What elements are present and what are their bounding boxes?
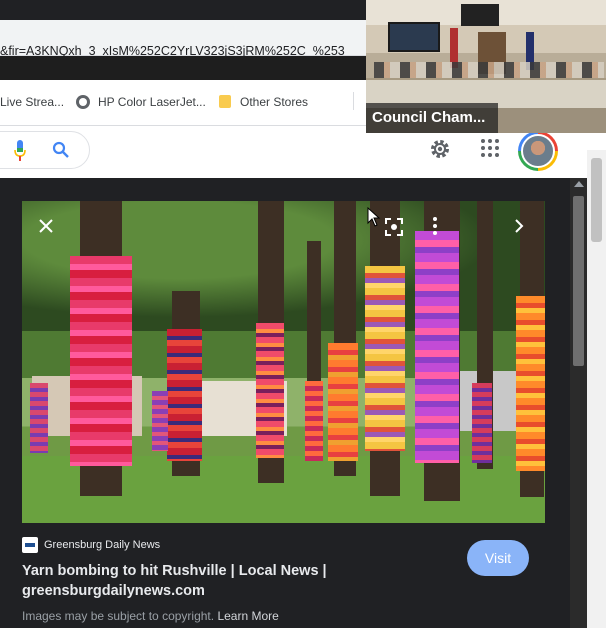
account-avatar[interactable] bbox=[518, 131, 558, 171]
source-logo-icon bbox=[22, 537, 38, 553]
copyright-text: Images may be subject to copyright. bbox=[22, 609, 215, 623]
visit-button-label: Visit bbox=[484, 550, 512, 566]
yarn-wrap bbox=[516, 296, 545, 471]
google-header bbox=[0, 126, 606, 178]
preview-image[interactable] bbox=[22, 201, 545, 523]
bookmark-other-stores[interactable]: Other Stores bbox=[240, 95, 308, 109]
page-scroll-thumb[interactable] bbox=[591, 158, 602, 242]
chevron-right-icon[interactable] bbox=[512, 218, 526, 234]
visit-button[interactable]: Visit bbox=[467, 540, 529, 576]
yarn-wrap bbox=[256, 323, 284, 458]
copyright-notice: Images may be subject to copyright. Lear… bbox=[22, 609, 279, 623]
result-title[interactable]: Yarn bombing to hit Rushville | Local Ne… bbox=[22, 561, 382, 601]
yarn-wrap bbox=[70, 256, 132, 466]
lens-search-icon[interactable] bbox=[384, 217, 404, 237]
scroll-up-icon[interactable] bbox=[574, 181, 584, 187]
yarn-wrap bbox=[167, 329, 202, 461]
panel-scroll-thumb[interactable] bbox=[573, 196, 584, 366]
bookmark-hp-laserjet[interactable]: HP Color LaserJet... bbox=[98, 95, 206, 109]
video-label: Council Cham... bbox=[366, 103, 498, 133]
yarn-wrap bbox=[472, 383, 492, 463]
search-icon[interactable] bbox=[52, 141, 70, 159]
microphone-icon[interactable] bbox=[14, 140, 26, 162]
more-options-icon[interactable] bbox=[430, 216, 440, 236]
apps-grid-icon[interactable] bbox=[480, 138, 500, 158]
address-bar-url[interactable]: &fir=A3KNQxh_3_xIsM%252C2YrLV323jS3jRM%2… bbox=[0, 44, 370, 60]
screen: &fir=A3KNQxh_3_xIsM%252C2YrLV323jS3jRM%2… bbox=[0, 0, 606, 628]
folder-icon bbox=[219, 95, 231, 108]
video-screen bbox=[388, 22, 440, 52]
yarn-wrap bbox=[30, 383, 48, 453]
video-call-overlay[interactable]: Council Cham... bbox=[366, 0, 606, 133]
avatar-photo bbox=[521, 134, 555, 168]
bookmark-live-stream[interactable]: Live Strea... bbox=[0, 95, 64, 109]
learn-more-link[interactable]: Learn More bbox=[217, 609, 278, 623]
yarn-wrap bbox=[152, 391, 168, 451]
bookmarks-divider bbox=[353, 92, 354, 110]
mouse-cursor-icon bbox=[367, 207, 381, 227]
yarn-wrap bbox=[415, 231, 459, 463]
yarn-wrap bbox=[305, 381, 323, 461]
result-title-line2[interactable]: greensburgdailynews.com bbox=[22, 581, 382, 601]
hp-bookmark-icon bbox=[76, 95, 90, 109]
video-monitor bbox=[461, 4, 499, 26]
source-name[interactable]: Greensburg Daily News bbox=[44, 539, 160, 551]
yarn-wrap bbox=[365, 266, 405, 451]
result-title-line1[interactable]: Yarn bombing to hit Rushville | Local Ne… bbox=[22, 561, 382, 581]
gear-icon[interactable] bbox=[428, 137, 452, 161]
close-icon[interactable] bbox=[38, 218, 54, 234]
yarn-wrap bbox=[328, 343, 358, 461]
